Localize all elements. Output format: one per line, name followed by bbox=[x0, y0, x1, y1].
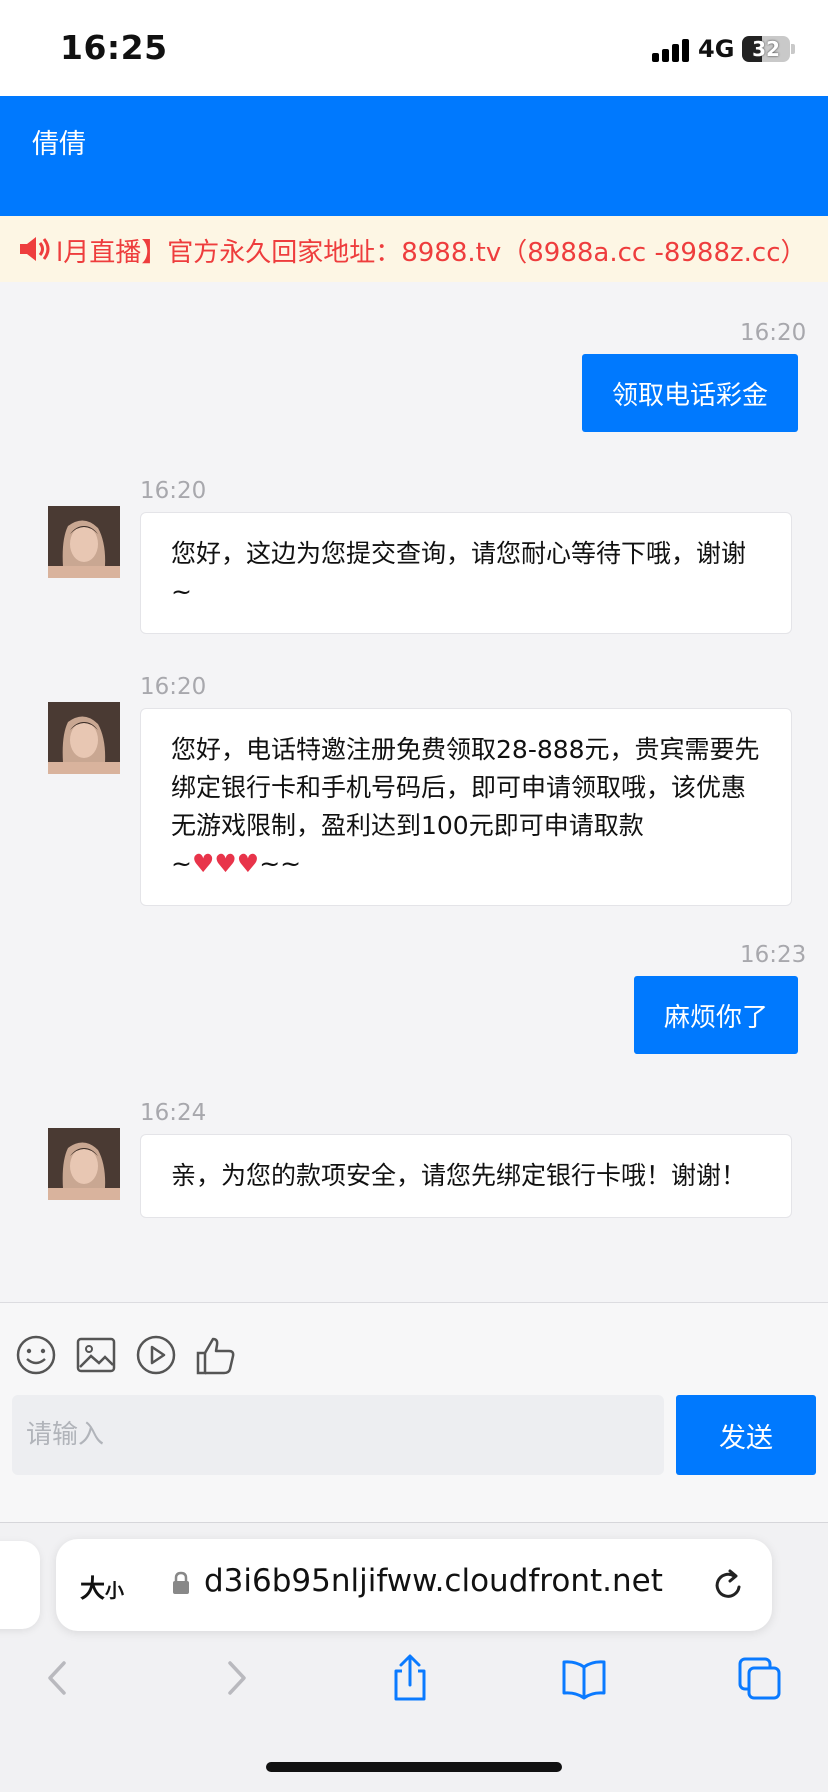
play-icon[interactable] bbox=[134, 1333, 178, 1377]
forward-icon[interactable] bbox=[212, 1653, 260, 1703]
message-time: 16:20 bbox=[140, 674, 207, 700]
reload-icon[interactable] bbox=[710, 1567, 746, 1603]
url-text: d3i6b95nljifww.cloudfront.net bbox=[204, 1563, 663, 1599]
network-label: 4G bbox=[698, 35, 735, 63]
message-input[interactable] bbox=[12, 1395, 664, 1475]
heart-icon: ♥♥ bbox=[214, 849, 260, 878]
battery-nub bbox=[791, 44, 795, 54]
message-text: 亲，为您的款项安全，请您先绑定银行卡哦！谢谢！ bbox=[171, 1161, 747, 1190]
status-time: 16:25 bbox=[60, 28, 168, 67]
notice-bar[interactable]: l月直播】官方永久回家地址：8988.tv（8988a.cc -8988z.cc… bbox=[0, 216, 828, 282]
agent-avatar bbox=[48, 506, 120, 578]
battery-level-text-wrap: 32 bbox=[742, 36, 790, 62]
message-bubble-incoming[interactable]: 亲，为您的款项安全，请您先绑定银行卡哦！谢谢！ bbox=[140, 1134, 792, 1218]
message-text: 您好，这边为您提交查询，请您耐心等待下哦，谢谢~ bbox=[171, 539, 747, 606]
chat-header: 倩倩 bbox=[0, 96, 828, 216]
agent-avatar bbox=[48, 1128, 120, 1200]
battery-level: 32 bbox=[752, 37, 780, 61]
thumbs-up-icon[interactable] bbox=[194, 1333, 238, 1377]
message-bubble-incoming[interactable]: 您好，这边为您提交查询，请您耐心等待下哦，谢谢~ bbox=[140, 512, 792, 634]
notice-text: l月直播】官方永久回家地址：8988.tv（8988a.cc -8988z.cc… bbox=[56, 238, 808, 268]
speaker-icon bbox=[20, 237, 50, 261]
address-bar[interactable]: 大小 d3i6b95nljifww.cloudfront.net bbox=[56, 1539, 772, 1631]
back-icon[interactable] bbox=[34, 1653, 82, 1703]
home-indicator[interactable] bbox=[266, 1762, 562, 1772]
message-time: 16:20 bbox=[140, 478, 207, 504]
message-time: 16:24 bbox=[140, 1100, 207, 1126]
composer: 发送 bbox=[0, 1302, 828, 1522]
bookmarks-icon[interactable] bbox=[560, 1653, 608, 1703]
status-bar: 16:25 4G 32 bbox=[0, 0, 828, 96]
text-size-large: 大 bbox=[80, 1574, 106, 1603]
smile-icon[interactable] bbox=[14, 1333, 58, 1377]
message-text-tail: ~~ bbox=[259, 849, 302, 878]
heart-icon: ♥ bbox=[191, 849, 215, 878]
text-size-button[interactable]: 大小 bbox=[80, 1569, 124, 1605]
browser-toolbar: 大小 d3i6b95nljifww.cloudfront.net bbox=[0, 1522, 828, 1792]
lock-icon bbox=[173, 1571, 189, 1594]
message-bubble-outgoing[interactable]: 领取电话彩金 bbox=[582, 354, 798, 432]
send-button[interactable]: 发送 bbox=[676, 1395, 816, 1475]
signal-icon bbox=[652, 38, 692, 62]
tabs-icon[interactable] bbox=[736, 1653, 784, 1703]
agent-avatar bbox=[48, 702, 120, 774]
share-icon[interactable] bbox=[386, 1653, 434, 1703]
message-bubble-outgoing[interactable]: 麻烦你了 bbox=[634, 976, 798, 1054]
message-bubble-incoming[interactable]: 您好，电话特邀注册免费领取28-888元，贵宾需要先绑定银行卡和手机号码后，即可… bbox=[140, 708, 792, 906]
text-size-small: 小 bbox=[105, 1580, 125, 1602]
message-time: 16:20 bbox=[740, 320, 807, 346]
previous-tab-preview[interactable] bbox=[0, 1541, 40, 1629]
message-list[interactable]: 16:20 领取电话彩金 16:20 您好，这边为您提交查询，请您耐心等待下哦，… bbox=[0, 282, 828, 1302]
chat-title: 倩倩 bbox=[32, 129, 86, 160]
message-time: 16:23 bbox=[740, 942, 807, 968]
image-icon[interactable] bbox=[74, 1333, 118, 1377]
